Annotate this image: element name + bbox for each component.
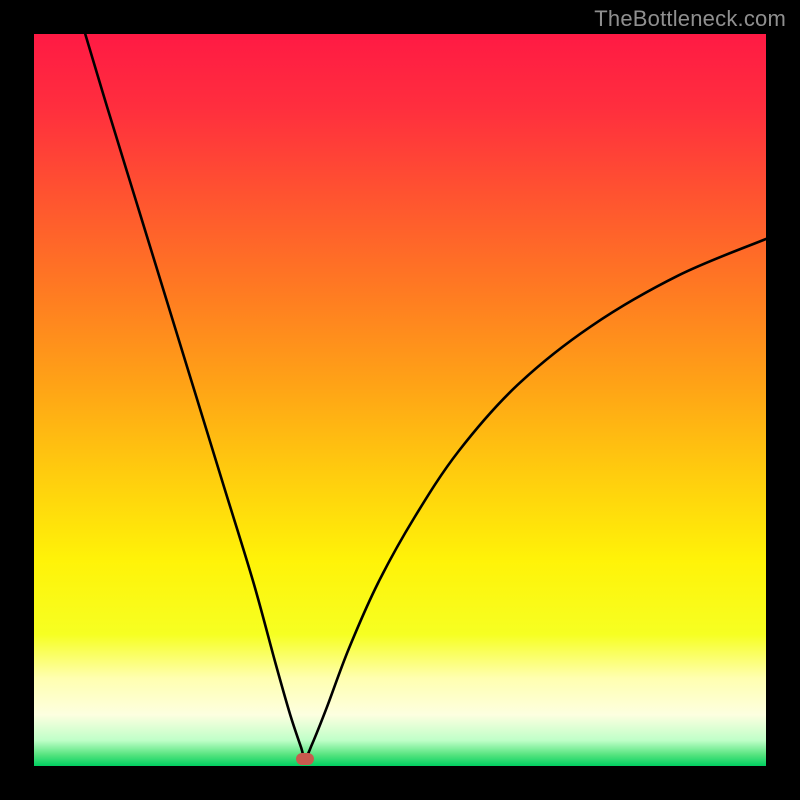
gradient-background: [34, 34, 766, 766]
optimal-point-marker: [296, 753, 314, 765]
chart-frame: TheBottleneck.com: [0, 0, 800, 800]
plot-area: [34, 34, 766, 766]
bottleneck-chart: [34, 34, 766, 766]
watermark-text: TheBottleneck.com: [594, 6, 786, 32]
